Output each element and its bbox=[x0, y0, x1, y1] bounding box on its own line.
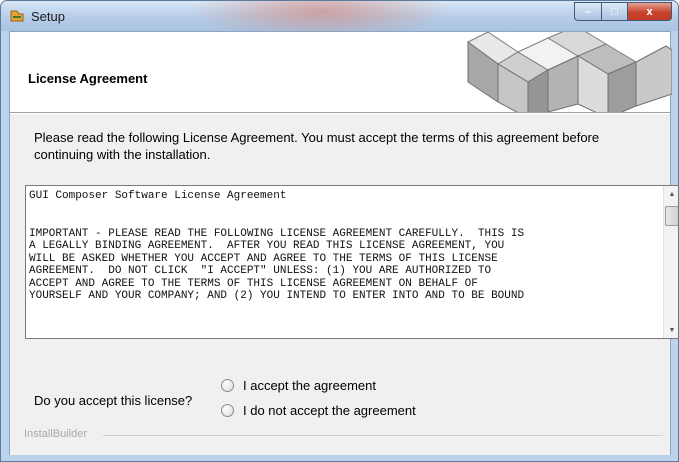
close-button[interactable]: x bbox=[627, 2, 672, 21]
scrollbar-thumb[interactable] bbox=[665, 206, 678, 226]
window-controls: – □ x bbox=[574, 2, 672, 22]
license-line: IMPORTANT - PLEASE READ THE FOLLOWING LI… bbox=[29, 227, 525, 240]
dialog-header: License Agreement bbox=[10, 32, 672, 113]
page-title: License Agreement bbox=[28, 71, 148, 86]
setup-window: Setup – □ x License Agreement Please rea… bbox=[0, 0, 679, 462]
accept-question: Do you accept this license? bbox=[34, 393, 193, 408]
license-text-area[interactable]: GUI Composer Software License Agreement … bbox=[25, 185, 678, 339]
decline-option[interactable]: I do not accept the agreement bbox=[221, 403, 416, 418]
installbuilder-cube-logo bbox=[467, 32, 672, 112]
license-text: GUI Composer Software License Agreement … bbox=[29, 190, 662, 336]
setup-app-icon bbox=[10, 10, 24, 22]
window-title: Setup bbox=[31, 9, 65, 24]
scroll-up-icon[interactable]: ▲ bbox=[664, 186, 678, 202]
maximize-button[interactable]: □ bbox=[601, 2, 627, 21]
installbuilder-brand: InstallBuilder bbox=[24, 428, 87, 440]
decline-label[interactable]: I do not accept the agreement bbox=[243, 403, 416, 418]
scroll-down-icon[interactable]: ▼ bbox=[664, 322, 678, 338]
accept-option[interactable]: I accept the agreement bbox=[221, 378, 376, 393]
license-line: YOURSELF AND YOUR COMPANY; AND (2) YOU I… bbox=[29, 290, 525, 302]
license-line: A LEGALLY BINDING AGREEMENT. AFTER YOU R… bbox=[29, 240, 505, 252]
dialog-client-area: License Agreement Please read the follow… bbox=[9, 31, 678, 455]
license-scrollbar[interactable]: ▲ ▼ bbox=[663, 186, 678, 338]
accept-radio[interactable] bbox=[221, 379, 234, 392]
license-line: WILL BE ASKED WHETHER YOU ACCEPT AND AGR… bbox=[29, 252, 498, 265]
dialog-body: Please read the following License Agreem… bbox=[10, 114, 678, 455]
minimize-button[interactable]: – bbox=[574, 2, 601, 21]
license-line: GUI Composer Software License Agreement bbox=[29, 190, 287, 202]
intro-text: Please read the following License Agreem… bbox=[34, 130, 600, 162]
title-bar[interactable]: Setup – □ x bbox=[1, 1, 678, 41]
license-line: ACCEPT AND AGREE TO THE TERMS OF THIS LI… bbox=[29, 277, 478, 290]
accept-label[interactable]: I accept the agreement bbox=[243, 378, 376, 393]
footer-divider bbox=[103, 435, 663, 436]
license-line: AGREEMENT. DO NOT CLICK "I ACCEPT" UNLES… bbox=[29, 265, 492, 277]
decline-radio[interactable] bbox=[221, 404, 234, 417]
